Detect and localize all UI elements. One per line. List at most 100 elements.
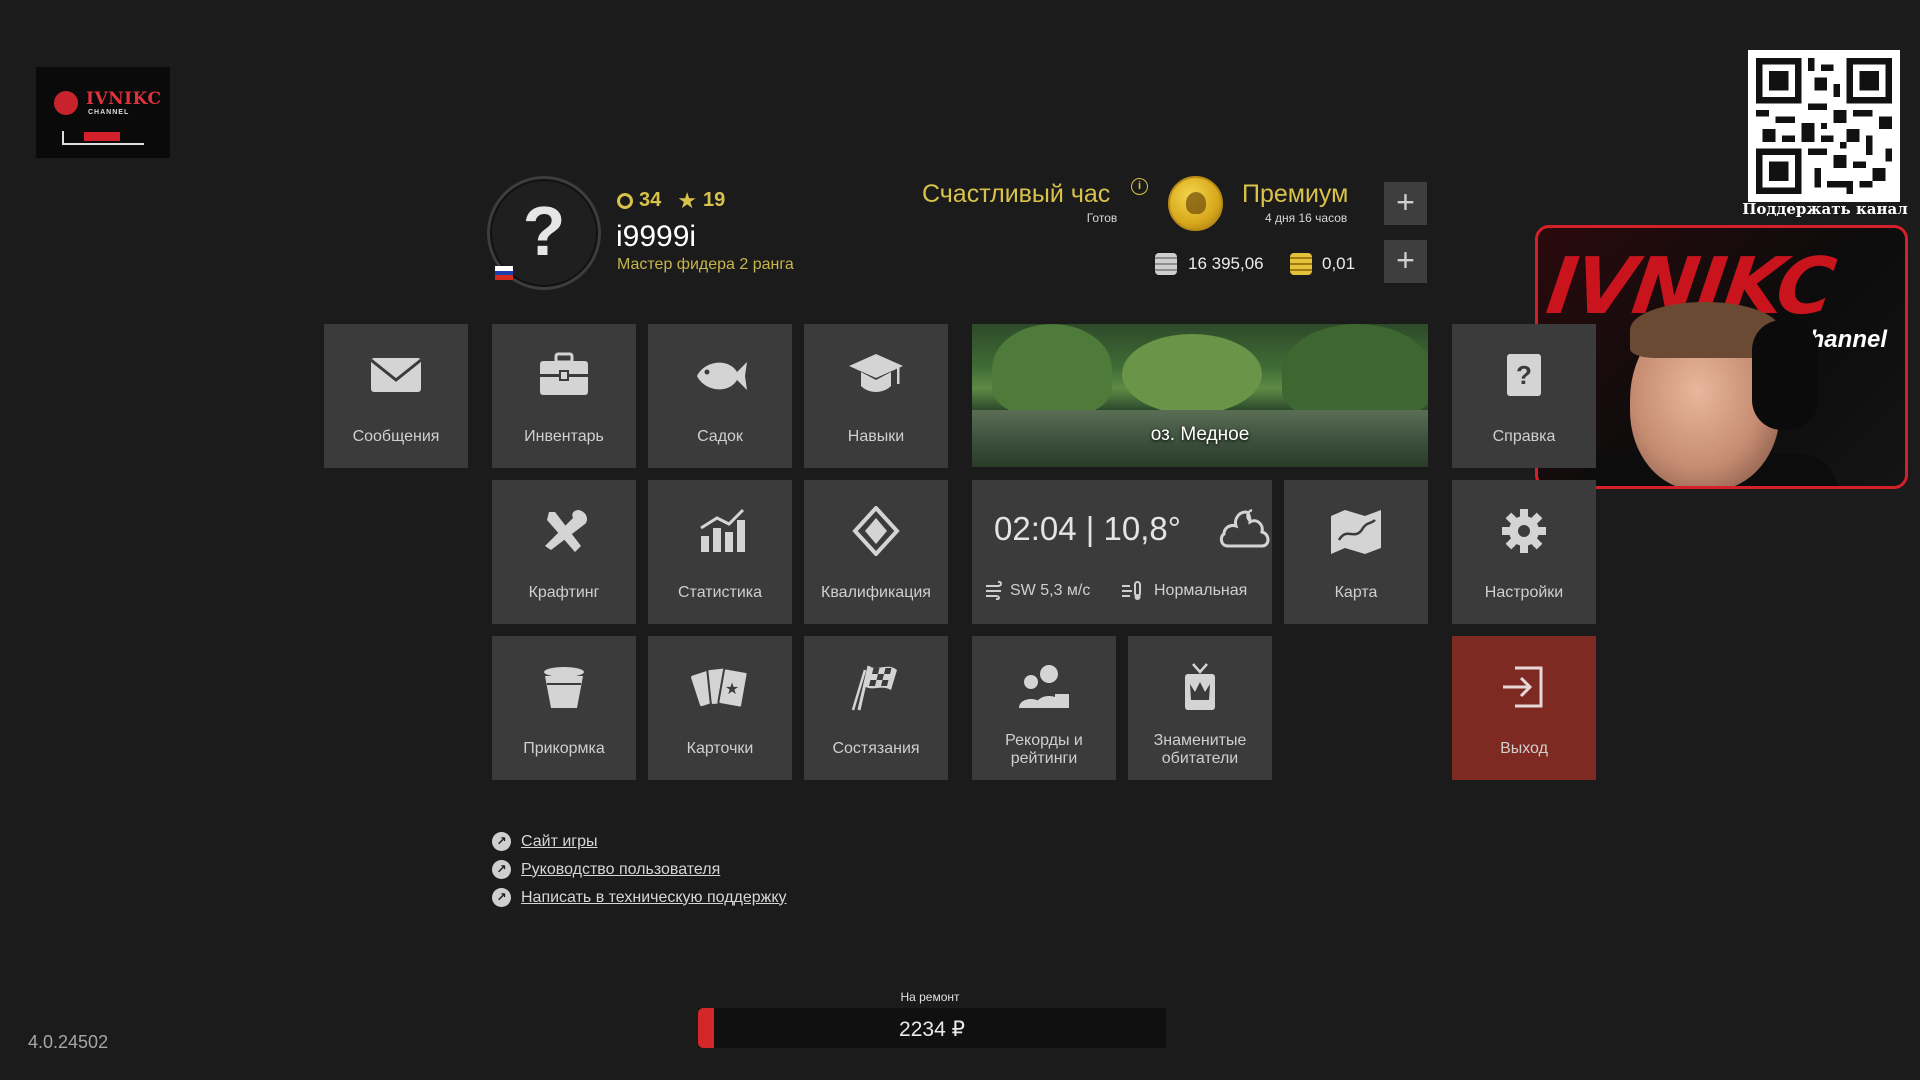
logo-subscribe-graphic (62, 131, 144, 145)
pressure-value: Нормальная (1154, 582, 1248, 599)
tile-competitions[interactable]: Состязания (804, 636, 948, 780)
lake-tree (1122, 334, 1262, 414)
logo-sub-text: CHANNEL (88, 109, 130, 116)
location-tile[interactable]: оз. Медное (972, 324, 1428, 467)
player-rank: Мастер фидера 2 ранга (617, 256, 794, 273)
tile-keepnet[interactable]: Садок (648, 324, 792, 468)
tile-cards[interactable]: ★ Карточки (648, 636, 792, 780)
silver-coins-icon (1155, 253, 1177, 275)
tile-crafting[interactable]: Крафтинг (492, 480, 636, 624)
external-link-icon: ↗ (492, 860, 511, 879)
tile-help[interactable]: ? Справка (1452, 324, 1596, 468)
tile-exit[interactable]: Выход (1452, 636, 1596, 780)
tile-messages[interactable]: Сообщения (324, 324, 468, 468)
help-book-icon: ? (1507, 354, 1541, 396)
link-support[interactable]: Написать в техническую поддержку (521, 889, 787, 907)
tile-statistics[interactable]: Статистика (648, 480, 792, 624)
briefcase-icon (540, 352, 588, 395)
repair-bar[interactable]: 2234 ₽ (698, 1008, 1166, 1048)
tile-settings-label: Настройки (1484, 584, 1564, 601)
svg-text:★: ★ (725, 679, 739, 698)
premium-label[interactable]: Премиум (1242, 180, 1348, 209)
pressure-icon (1122, 581, 1141, 600)
repair-cost: 2234 ₽ (899, 1018, 965, 1041)
link-support-row[interactable]: ↗ Написать в техническую поддержку (492, 888, 787, 907)
premium-coin-icon[interactable] (1168, 176, 1223, 231)
map-icon (1331, 510, 1381, 554)
level-row: 34 ★ 19 (617, 189, 725, 212)
tile-qualification-label: Квалификация (821, 584, 931, 601)
flag-stripe (495, 275, 513, 280)
cards-icon: ★ (691, 666, 749, 709)
lake-name: оз. Медное (1150, 424, 1250, 445)
logo-brand-text: IVNIKC (86, 89, 162, 109)
game-version: 4.0.24502 (28, 1032, 109, 1052)
gear-icon (1502, 509, 1546, 553)
tile-groundbait[interactable]: Прикормка (492, 636, 636, 780)
tile-records-label-line1: Рекорды и (1005, 732, 1083, 749)
tile-skills[interactable]: Навыки (804, 324, 948, 468)
premium-remaining-time: 4 дня 16 часов (1265, 211, 1348, 225)
tile-inventory-label: Инвентарь (524, 428, 604, 445)
add-premium-button[interactable]: + (1384, 182, 1427, 225)
qr-caption: Поддержать канал (1742, 200, 1908, 218)
wind-icon (986, 580, 1002, 600)
tile-settings[interactable]: Настройки (1452, 480, 1596, 624)
tile-crafting-label: Крафтинг (528, 584, 600, 601)
bucket-icon (544, 667, 584, 708)
cloudy-night-icon (1219, 508, 1270, 548)
tile-trophies-label-line2: обитатели (1161, 750, 1239, 767)
tile-records[interactable]: Рекорды и рейтинги (972, 636, 1116, 780)
headset-icon (1752, 320, 1818, 430)
add-currency-button[interactable]: + (1384, 240, 1427, 283)
tile-qualification[interactable]: Квалификация (804, 480, 948, 624)
exit-door-icon (1503, 666, 1543, 708)
people-icon (1019, 665, 1069, 708)
fish-icon (697, 362, 747, 390)
player-level: 34 (639, 189, 662, 211)
tile-groundbait-label: Прикормка (523, 740, 605, 757)
diamond-icon (852, 506, 900, 556)
star-icon: ★ (677, 187, 697, 213)
tools-icon (545, 510, 587, 552)
tile-trophies[interactable]: Знаменитые обитатели (1128, 636, 1272, 780)
qr-code (1748, 50, 1900, 202)
level-ring-icon (617, 192, 633, 209)
checkered-flag-icon (851, 665, 897, 711)
link-user-guide-row[interactable]: ↗ Руководство пользователя (492, 860, 720, 879)
bar-chart-icon (700, 508, 745, 552)
qr-code-icon (1756, 58, 1892, 194)
graduation-cap-icon (849, 354, 903, 392)
gold-balance: 0,01 (1322, 254, 1356, 273)
happy-hour-status: Готов (1086, 211, 1118, 225)
link-game-site-row[interactable]: ↗ Сайт игры (492, 832, 598, 851)
trophy-crown-icon (1185, 663, 1215, 710)
tile-statistics-label: Статистика (677, 584, 763, 601)
silver-balance: 16 395,06 (1188, 254, 1264, 273)
repair-label: На ремонт (900, 990, 960, 1004)
external-link-icon: ↗ (492, 832, 511, 851)
tile-cards-label: Карточки (686, 740, 754, 757)
gold-coins-icon (1290, 253, 1312, 275)
weather-tile[interactable]: 02:04 | 10,8° SW 5,3 м/с Нормальная (972, 480, 1272, 624)
lake-tree (992, 324, 1112, 414)
tile-trophies-label-line1: Знаменитые (1153, 732, 1247, 749)
tile-map[interactable]: Карта (1284, 480, 1428, 624)
external-link-icon: ↗ (492, 888, 511, 907)
lake-tree (1282, 324, 1428, 419)
tile-keepnet-label: Садок (697, 428, 743, 445)
link-game-site[interactable]: Сайт игры (521, 833, 598, 851)
stream-logo: IVNIKC CHANNEL (36, 67, 170, 158)
link-user-guide[interactable]: Руководство пользователя (521, 861, 720, 879)
tile-map-label: Карта (1334, 584, 1378, 601)
logo-badge-icon (54, 91, 78, 115)
country-flag-icon (495, 266, 513, 280)
happy-hour-label[interactable]: Счастливый час (922, 180, 1110, 209)
tile-exit-label: Выход (1500, 740, 1548, 757)
player-username: i9999i (616, 220, 697, 253)
tile-inventory[interactable]: Инвентарь (492, 324, 636, 468)
info-icon[interactable]: i (1131, 178, 1148, 195)
svg-text:?: ? (1516, 360, 1532, 390)
avatar-placeholder-icon: ? (522, 192, 566, 270)
tile-competitions-label: Состязания (832, 740, 920, 757)
